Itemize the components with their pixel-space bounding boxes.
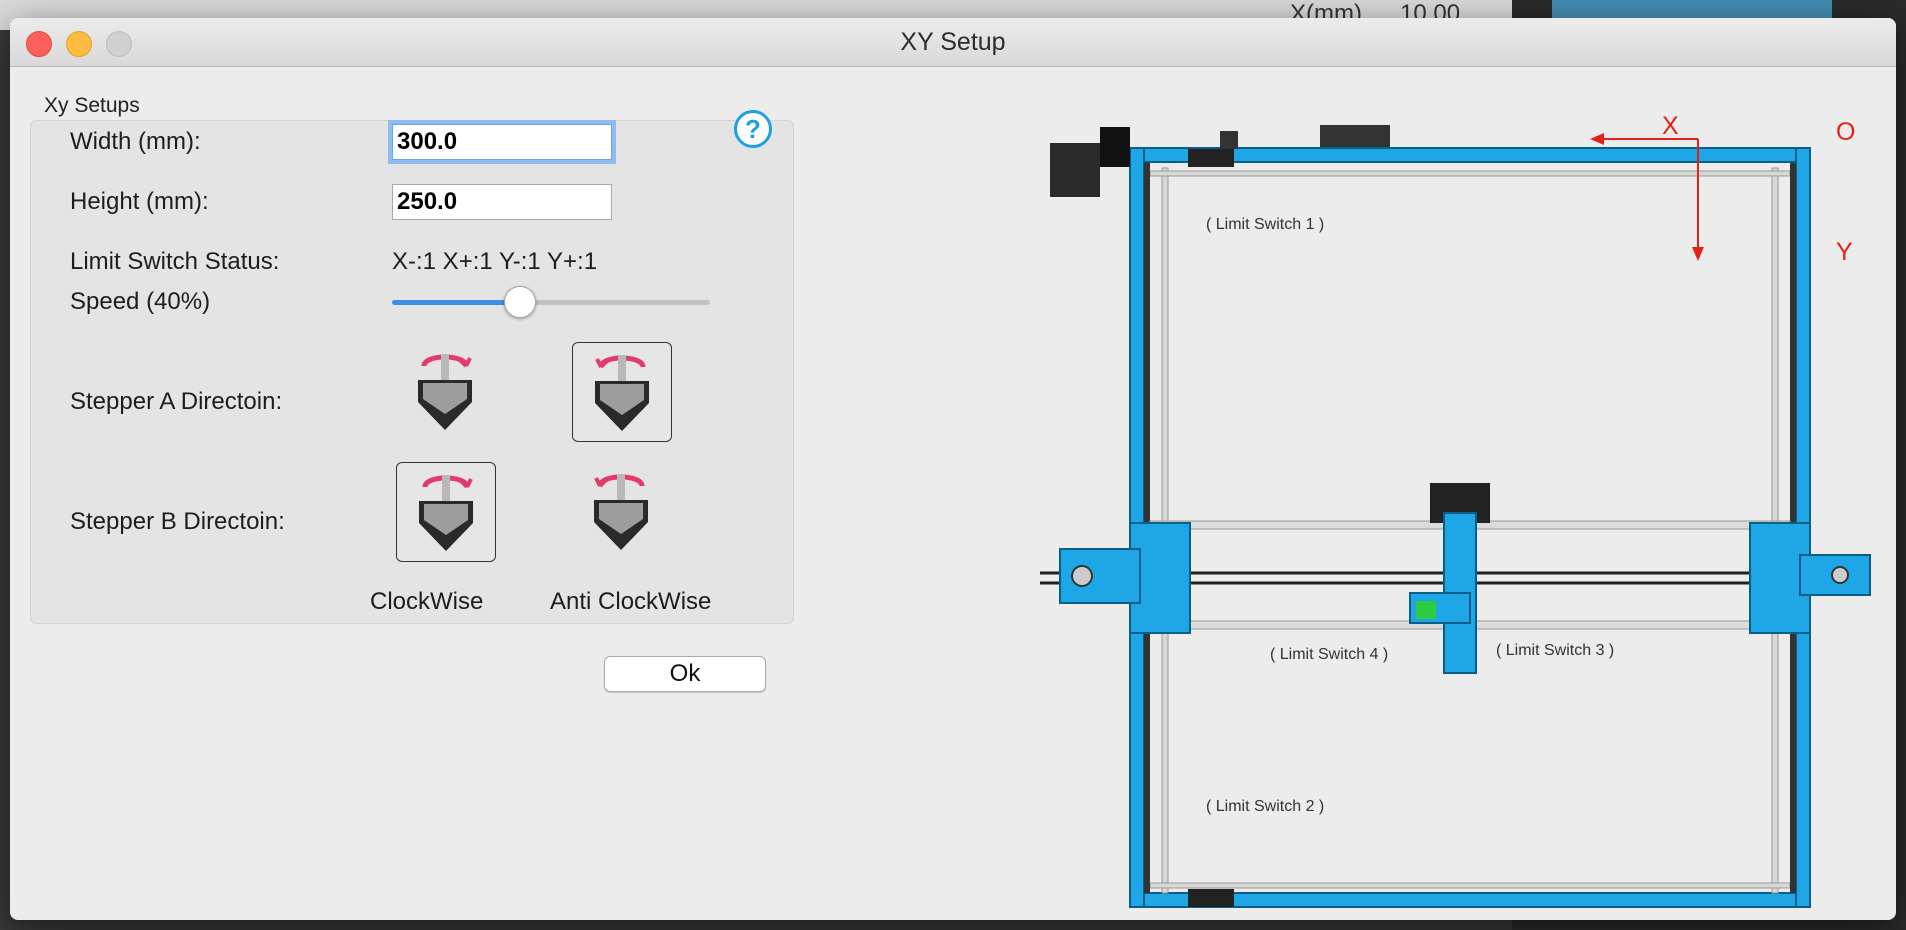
limit-switch-status: X-:1 X+:1 Y-:1 Y+:1: [392, 248, 598, 275]
height-input[interactable]: [392, 184, 612, 220]
xy-plotter-diagram: [1040, 125, 1871, 908]
limit-switch-1-label: ( Limit Switch 1 ): [1206, 216, 1325, 233]
limit-switch-4-label: ( Limit Switch 4 ): [1270, 646, 1389, 663]
help-icon[interactable]: ?: [734, 110, 772, 148]
limit-switch-2-label: ( Limit Switch 2 ): [1206, 798, 1325, 815]
motor-clockwise-icon: [419, 475, 473, 551]
height-label: Height (mm):: [70, 188, 209, 215]
anticlockwise-label: Anti ClockWise: [550, 588, 712, 615]
speed-slider[interactable]: [392, 300, 710, 305]
window-title: XY Setup: [900, 28, 1006, 56]
ok-button[interactable]: Ok: [604, 656, 766, 692]
title-bar[interactable]: XY Setup: [10, 18, 1896, 67]
speed-slider-fill: [392, 300, 520, 305]
motor-clockwise-icon: [418, 354, 472, 430]
stepper-b-clockwise-button[interactable]: [396, 462, 496, 562]
stepper-a-anticlockwise-button[interactable]: [572, 342, 672, 442]
limit-switch-label: Limit Switch Status:: [70, 248, 280, 275]
xy-setup-window: XY Setup Xy Setups ? Width (mm): Height …: [10, 18, 1896, 920]
limit-switch-3-label: ( Limit Switch 3 ): [1496, 642, 1615, 659]
motor-anticlockwise-icon: [595, 355, 649, 431]
motor-anticlockwise-icon: [594, 474, 648, 550]
group-label: Xy Setups: [44, 94, 140, 117]
width-label: Width (mm):: [70, 128, 201, 155]
width-input[interactable]: [392, 124, 612, 160]
y-axis-label: Y: [1836, 238, 1853, 266]
clockwise-label: ClockWise: [370, 588, 484, 615]
stepper-a-label: Stepper A Directoin:: [70, 388, 283, 415]
stepper-b-anticlockwise-button[interactable]: [572, 462, 670, 560]
stepper-a-clockwise-button[interactable]: [396, 342, 494, 440]
stepper-b-label: Stepper B Directoin:: [70, 508, 285, 535]
speed-label: Speed (40%): [70, 288, 211, 315]
x-axis-label: X: [1662, 112, 1679, 140]
speed-slider-thumb[interactable]: [504, 286, 537, 318]
origin-label: O: [1836, 118, 1856, 146]
